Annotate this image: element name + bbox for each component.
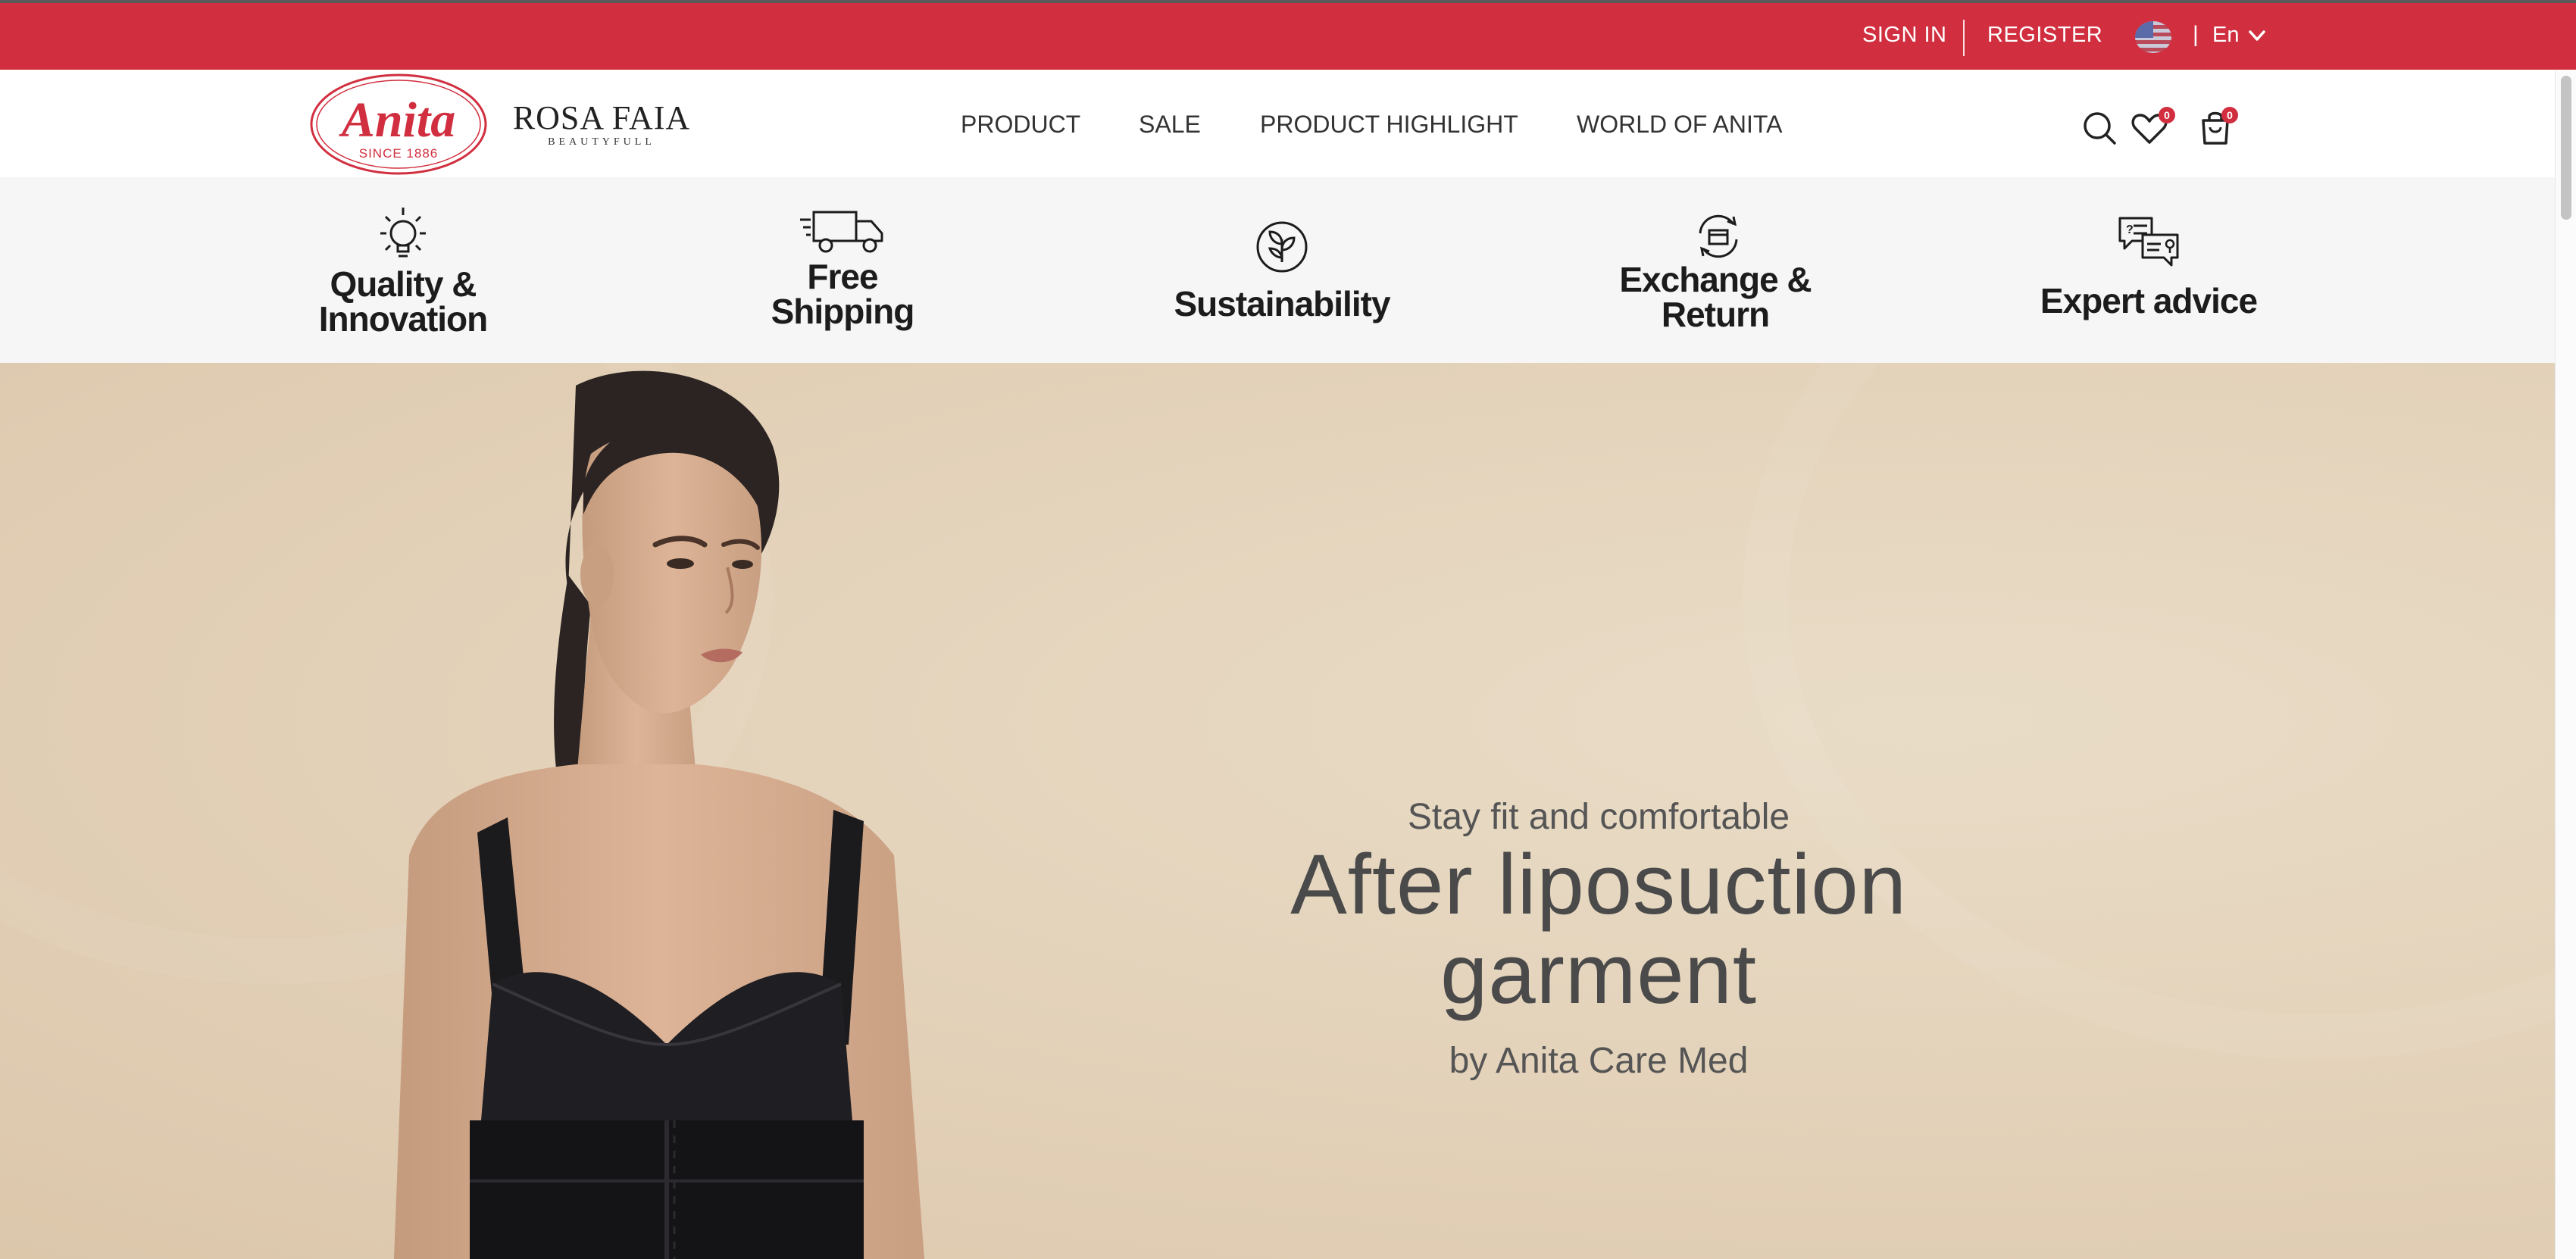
us-flag-icon[interactable]	[2135, 21, 2171, 53]
leaves-icon	[1256, 221, 1308, 273]
hero-byline: by Anita Care Med	[1449, 1041, 1749, 1081]
feature-sustainability: Sustainability	[1167, 286, 1397, 321]
svg-text:?: ?	[2126, 223, 2134, 236]
hero-banner[interactable]: Stay fit and comfortable After liposucti…	[0, 363, 2576, 1259]
lightbulb-icon	[380, 208, 426, 258]
wishlist-count-badge: 0	[2159, 107, 2175, 123]
feature-exchange-return: Exchange & Return	[1600, 262, 1830, 332]
hero-title-line: garment	[1440, 926, 1757, 1021]
feature-quality-innovation: Quality & Innovation	[288, 267, 518, 336]
exchange-box-icon	[1699, 214, 1738, 258]
feature-line: Expert advice	[2040, 281, 2258, 320]
register-link[interactable]: REGISTER	[1987, 20, 2102, 50]
feature-free-shipping: Free Shipping	[727, 259, 958, 329]
cart-count-badge: 0	[2221, 107, 2238, 123]
rosa-faia-name: ROSA FAIA	[512, 99, 691, 136]
language-divider: |	[2193, 22, 2199, 47]
feature-line: Return	[1661, 295, 1770, 334]
top-bar-divider	[1963, 20, 1965, 56]
sign-in-link[interactable]: SIGN IN	[1862, 20, 1946, 50]
feature-line: Exchange &	[1619, 260, 1812, 299]
language-selector[interactable]: En	[2212, 20, 2239, 50]
hero-title: After liposuction garment	[1212, 840, 1985, 1019]
feature-expert-advice: Expert advice	[2034, 283, 2264, 318]
hero-model-image	[394, 370, 924, 1259]
page-scrollbar[interactable]	[2555, 70, 2576, 1259]
feature-line: Innovation	[318, 299, 489, 339]
delivery-truck-icon	[800, 211, 883, 253]
page: SIGN IN REGISTER | En Anita SINCE 1886 R…	[0, 0, 2576, 1259]
hero-subtitle: Stay fit and comfortable	[1407, 797, 1790, 837]
search-icon[interactable]	[2082, 111, 2117, 145]
feature-line: Sustainability	[1174, 284, 1390, 323]
nav-sale[interactable]: SALE	[1139, 108, 1201, 141]
chat-bubbles-icon: ?	[2118, 217, 2179, 267]
nav-product[interactable]: PRODUCT	[961, 108, 1080, 141]
nav-world-of-anita[interactable]: WORLD OF ANITA	[1577, 108, 1782, 141]
top-bar: SIGN IN REGISTER | En	[0, 0, 2576, 70]
feature-line: Quality &	[330, 264, 477, 304]
anita-logo-text: Anita	[339, 92, 455, 148]
anita-logo-tagline: SINCE 1886	[359, 146, 439, 161]
rosa-faia-tagline: BEAUTYFULL	[548, 136, 655, 148]
feature-line: Free	[807, 257, 878, 296]
chevron-down-icon[interactable]	[2247, 26, 2267, 45]
anita-logo[interactable]: Anita SINCE 1886	[309, 73, 488, 176]
feature-line: Shipping	[771, 292, 915, 331]
hero-title-line: After liposuction	[1290, 837, 1907, 932]
scrollbar-thumb[interactable]	[2561, 76, 2571, 220]
nav-product-highlight[interactable]: PRODUCT HIGHLIGHT	[1260, 108, 1518, 141]
rosa-faia-logo[interactable]: ROSA FAIA BEAUTYFULL	[511, 100, 692, 153]
